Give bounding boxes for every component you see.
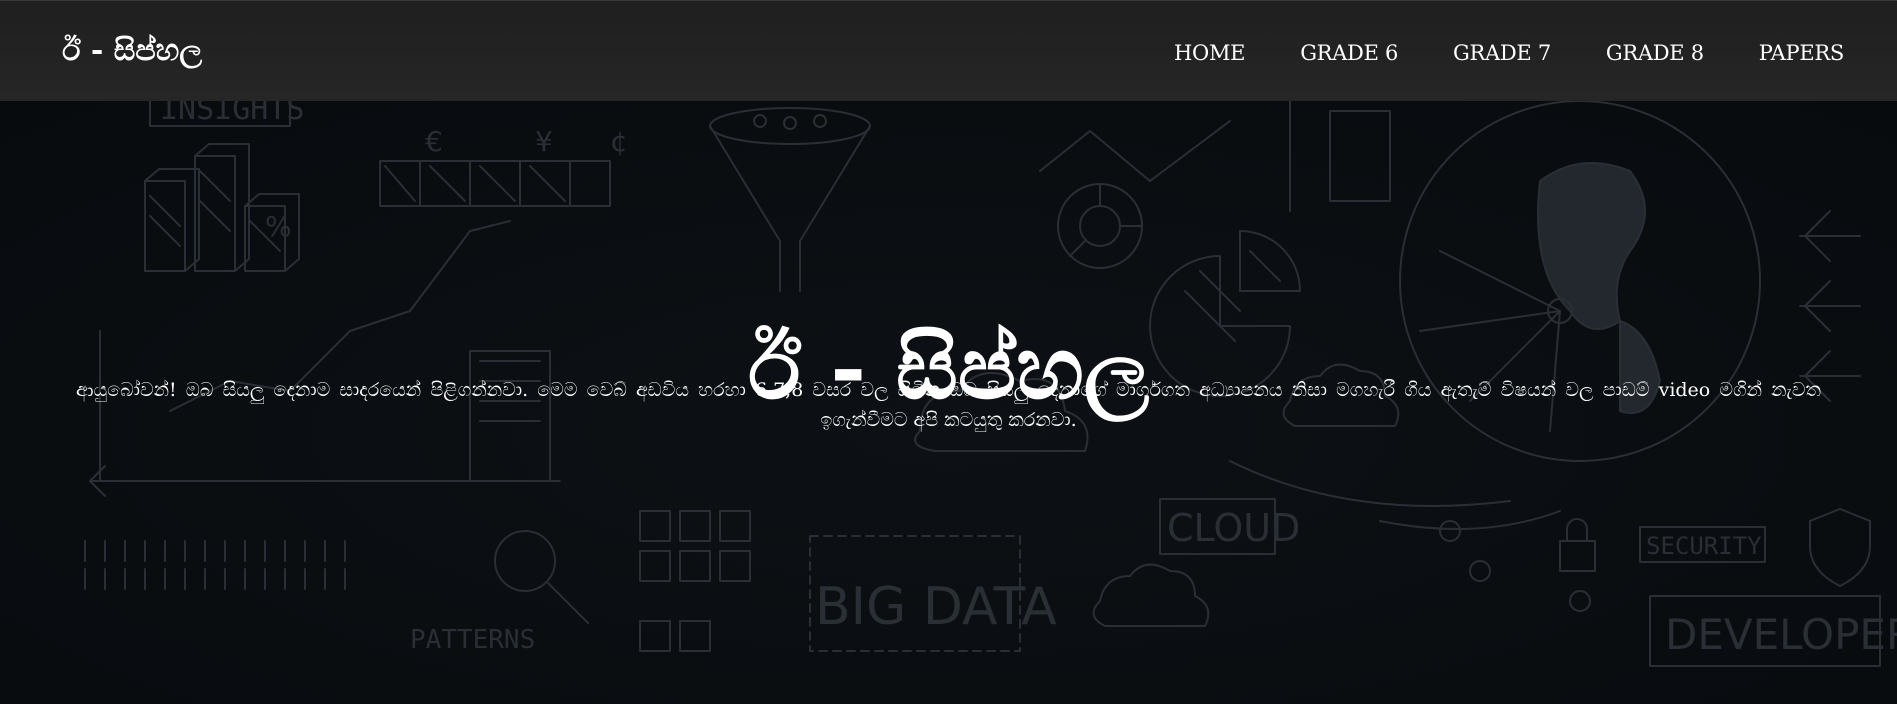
striped-bar-doodle — [380, 161, 610, 206]
percent-icon: % — [265, 210, 292, 243]
dotted-columns-doodle — [85, 541, 345, 591]
euro-icon: € — [425, 125, 443, 158]
nav-home[interactable]: HOME — [1174, 37, 1245, 69]
shield-icon — [1810, 509, 1870, 586]
yen-icon: ¥ — [535, 125, 553, 158]
developers-label: DEVELOPERS — [1665, 610, 1897, 659]
connector-lines-doodle — [1040, 101, 1560, 529]
big-data-label: BIG DATA — [815, 577, 1057, 637]
main-nav: HOME GRADE 6 GRADE 7 GRADE 8 PAPERS — [1119, 37, 1844, 69]
funnel-doodle — [710, 108, 870, 291]
magnifier-doodle — [495, 531, 588, 623]
security-label: SECURITY — [1646, 532, 1762, 560]
patterns-label: PATTERNS — [410, 625, 535, 655]
grid-doodle — [640, 511, 750, 651]
nav-grade-6[interactable]: GRADE 6 — [1300, 37, 1398, 69]
hero-description: ආයුබෝවන්! ඔබ සියලු දෙනාම සාදරයෙන් පිළිගන… — [76, 379, 1821, 431]
bar-chart-doodle — [145, 144, 299, 271]
cent-icon: ¢ — [610, 125, 628, 158]
navbar: ඊ - සිප්හල HOME GRADE 6 GRADE 7 GRADE 8 … — [0, 0, 1897, 101]
cloud-label: CLOUD — [1167, 506, 1300, 550]
nav-grade-7[interactable]: GRADE 7 — [1453, 37, 1551, 69]
hero-section: INSIGHTS € ¥ ¢ % CLOUD BIG DATA PATTERNS… — [0, 101, 1897, 704]
nav-papers[interactable]: PAPERS — [1759, 37, 1845, 69]
lock-icon — [1560, 519, 1595, 571]
insights-label: INSIGHTS — [160, 101, 305, 127]
brand-logo[interactable]: ඊ - සිප්හල — [62, 31, 202, 71]
nav-grade-8[interactable]: GRADE 8 — [1606, 37, 1704, 69]
